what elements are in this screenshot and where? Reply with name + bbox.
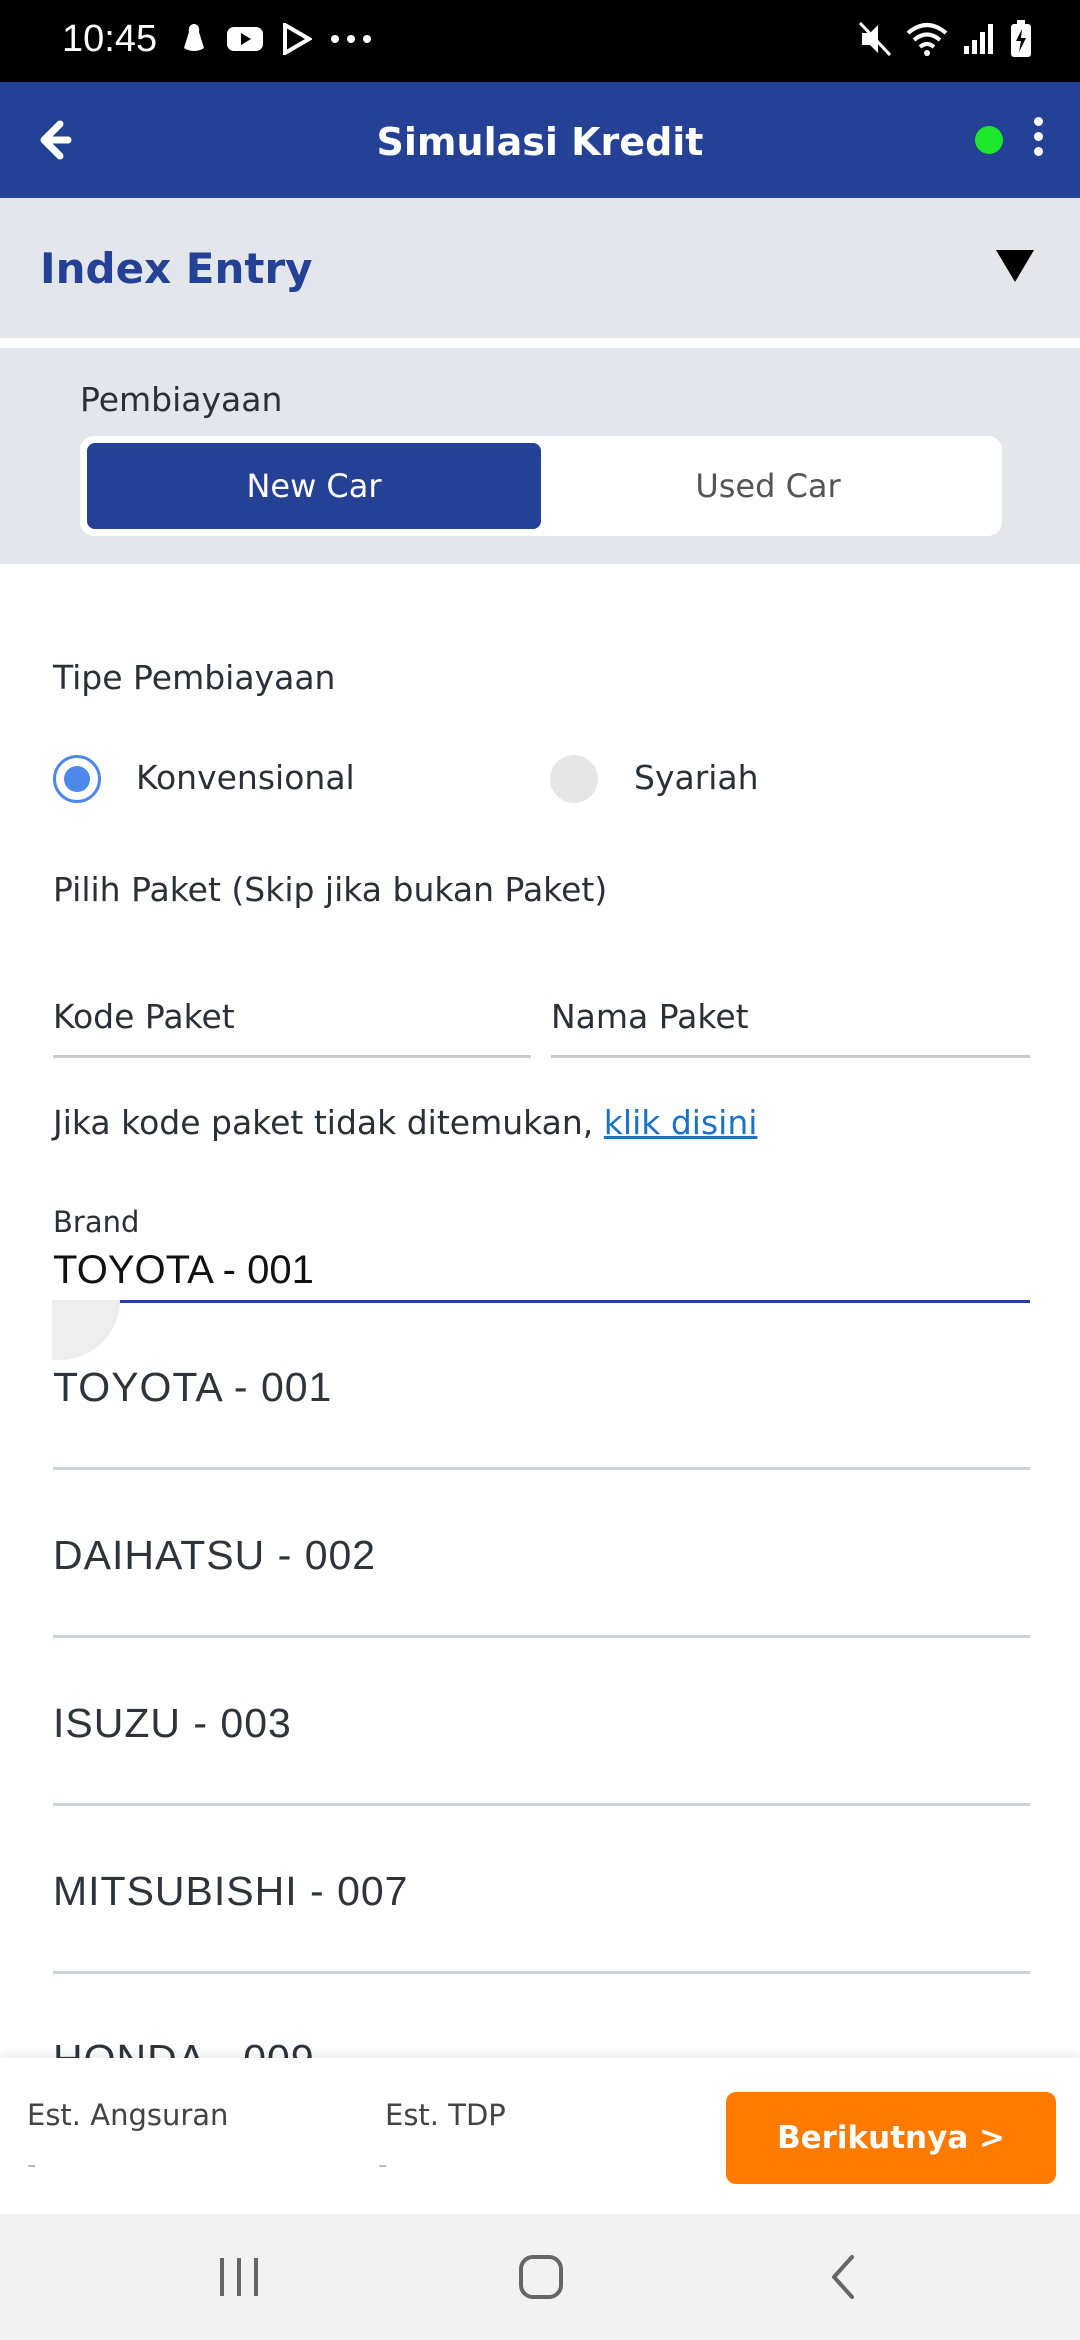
est-angsuran-label: Est. Angsuran [27, 2098, 229, 2132]
brand-option[interactable]: DAIHATSU - 002 [53, 1470, 1030, 1638]
new-car-button[interactable]: New Car [87, 443, 541, 529]
recents-icon [220, 2258, 258, 2296]
brand-label: Brand [53, 1205, 140, 1239]
nav-back-button[interactable] [808, 2244, 878, 2310]
pembiayaan-segmented-control: New Car Used Car [80, 436, 1002, 536]
used-car-button[interactable]: Used Car [541, 443, 995, 529]
paket-hint-text: Jika kode paket tidak ditemukan, [53, 1103, 604, 1142]
signal-icon [964, 24, 993, 54]
syariah-label[interactable]: Syariah [634, 758, 759, 797]
mute-icon [858, 21, 892, 57]
brand-input[interactable]: TOYOTA - 001 [53, 1248, 314, 1293]
nama-paket-underline [551, 1055, 1030, 1058]
home-icon [519, 2255, 563, 2299]
konvensional-radio[interactable] [53, 755, 101, 803]
brand-option-label: ISUZU - 003 [53, 1700, 292, 1746]
est-tdp-label: Est. TDP [385, 2098, 506, 2132]
index-entry-title: Index Entry [40, 244, 313, 293]
nama-paket-field[interactable]: Nama Paket [551, 997, 749, 1036]
pembiayaan-section: Pembiayaan New Car Used Car [0, 348, 1080, 564]
brand-option-label: TOYOTA - 001 [53, 1364, 333, 1410]
more-notifications-icon [331, 35, 371, 43]
pilih-paket-label: Pilih Paket (Skip jika bukan Paket) [53, 870, 608, 909]
kode-paket-underline [53, 1055, 531, 1058]
recents-button[interactable] [204, 2244, 274, 2310]
status-time: 10:45 [62, 18, 158, 60]
syariah-radio[interactable] [550, 755, 598, 803]
battery-charging-icon [1011, 20, 1031, 57]
notification-app-icon [184, 24, 204, 51]
online-status-indicator [975, 126, 1003, 154]
status-system-icons [858, 20, 1032, 58]
est-angsuran-value: - [27, 2150, 37, 2180]
bottom-summary-bar: Est. Angsuran - Est. TDP - Berikutnya > [0, 2058, 1080, 2214]
more-vert-icon[interactable] [1024, 114, 1052, 166]
nav-back-icon [832, 2255, 854, 2299]
system-nav-bar [0, 2214, 1080, 2340]
index-entry-section[interactable]: Index Entry [0, 198, 1080, 338]
status-notification-icons [180, 22, 372, 56]
est-tdp-value: - [378, 2150, 388, 2180]
pembiayaan-label: Pembiayaan [80, 380, 283, 419]
brand-option[interactable]: ISUZU - 003 [53, 1638, 1030, 1806]
tipe-pembiayaan-label: Tipe Pembiayaan [53, 658, 336, 697]
brand-option-label: DAIHATSU - 002 [53, 1532, 377, 1578]
page-title: Simulasi Kredit [376, 120, 704, 164]
brand-option[interactable]: TOYOTA - 001 [53, 1302, 1030, 1470]
kode-paket-field[interactable]: Kode Paket [53, 997, 235, 1036]
wifi-icon [906, 23, 948, 56]
next-button[interactable]: Berikutnya > [726, 2092, 1056, 2184]
brand-option-label: MITSUBISHI - 007 [53, 1868, 409, 1914]
caret-down-icon[interactable] [996, 250, 1034, 282]
status-bar: 10:45 [0, 0, 1080, 82]
paket-hint: Jika kode paket tidak ditemukan, klik di… [53, 1103, 757, 1142]
app-bar: Simulasi Kredit [0, 82, 1080, 198]
youtube-icon [227, 27, 263, 51]
play-store-icon [283, 23, 312, 55]
klik-disini-link[interactable]: klik disini [604, 1103, 758, 1142]
brand-option[interactable]: MITSUBISHI - 007 [53, 1806, 1030, 1974]
konvensional-label[interactable]: Konvensional [136, 758, 355, 797]
home-button[interactable] [506, 2244, 576, 2310]
